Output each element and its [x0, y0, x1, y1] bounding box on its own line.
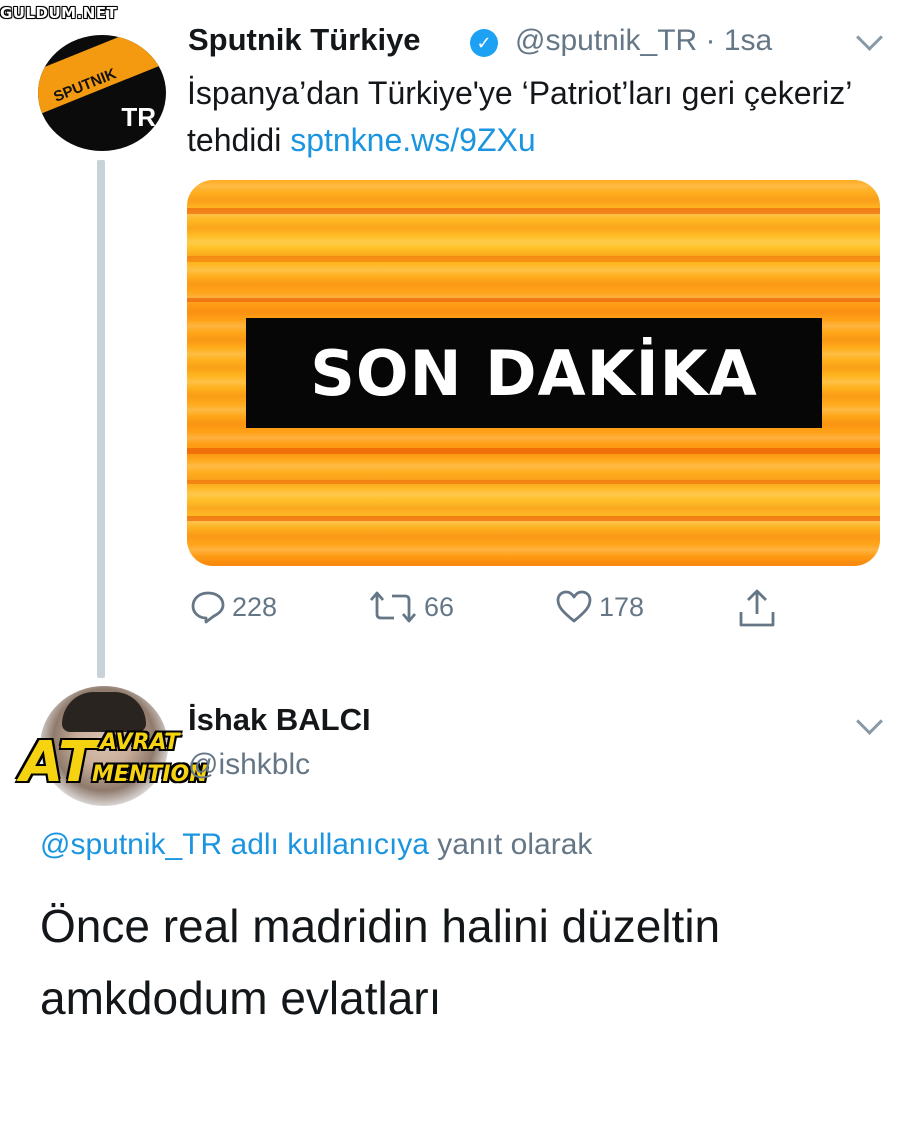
tweet-media-image[interactable]: SON DAKİKA [187, 180, 880, 566]
author-handle-time[interactable]: @sputnik_TR · 1sa [515, 24, 772, 58]
reply-to-suffix: yanıt olarak [428, 828, 593, 861]
verified-badge-icon: ✓ [470, 29, 498, 57]
tweet-link[interactable]: sptnkne.ws/9ZXu [290, 122, 535, 158]
reply-count: 228 [232, 591, 278, 622]
like-button[interactable]: 178 [555, 590, 644, 624]
retweet-count: 66 [424, 591, 455, 622]
avrat-mention-logo: AT AVRAT MENTION [20, 724, 208, 800]
avatar-badge-text: TR [121, 102, 156, 132]
chevron-down-icon[interactable] [856, 24, 883, 51]
logo-line1: AVRAT [100, 730, 180, 755]
thread-connector-line [97, 160, 105, 678]
logo-big-text: AT [20, 730, 97, 795]
share-icon [739, 589, 775, 627]
reply-to-link[interactable]: @sputnik_TR adlı kullanıcıya [40, 828, 429, 861]
chevron-down-icon[interactable] [856, 708, 883, 735]
reply-text: Önce real madridin halini düzeltin amkdo… [40, 900, 721, 1024]
reply-button[interactable]: 228 [190, 590, 277, 624]
reply-author-name[interactable]: İshak BALCI [188, 702, 371, 738]
retweet-icon [369, 591, 417, 623]
author-name[interactable]: Sputnik Türkiye [188, 22, 421, 58]
tweet-text: İspanya’dan Türkiye'ye ‘Patriot’ları ger… [187, 70, 887, 164]
media-banner-text: SON DAKİKA [246, 318, 822, 428]
reply-to-line: @sputnik_TR adlı kullanıcıya yanıt olara… [40, 828, 592, 862]
retweet-button[interactable]: 66 [368, 590, 454, 624]
heart-icon [556, 590, 592, 623]
reply-author-handle[interactable]: @ishkblc [188, 748, 310, 782]
reply-icon [191, 591, 225, 624]
sputnik-avatar[interactable]: SPUTNIK TR [38, 35, 166, 151]
watermark: GULDUM.NET [0, 4, 118, 22]
like-count: 178 [599, 591, 645, 622]
share-button[interactable] [737, 588, 783, 630]
